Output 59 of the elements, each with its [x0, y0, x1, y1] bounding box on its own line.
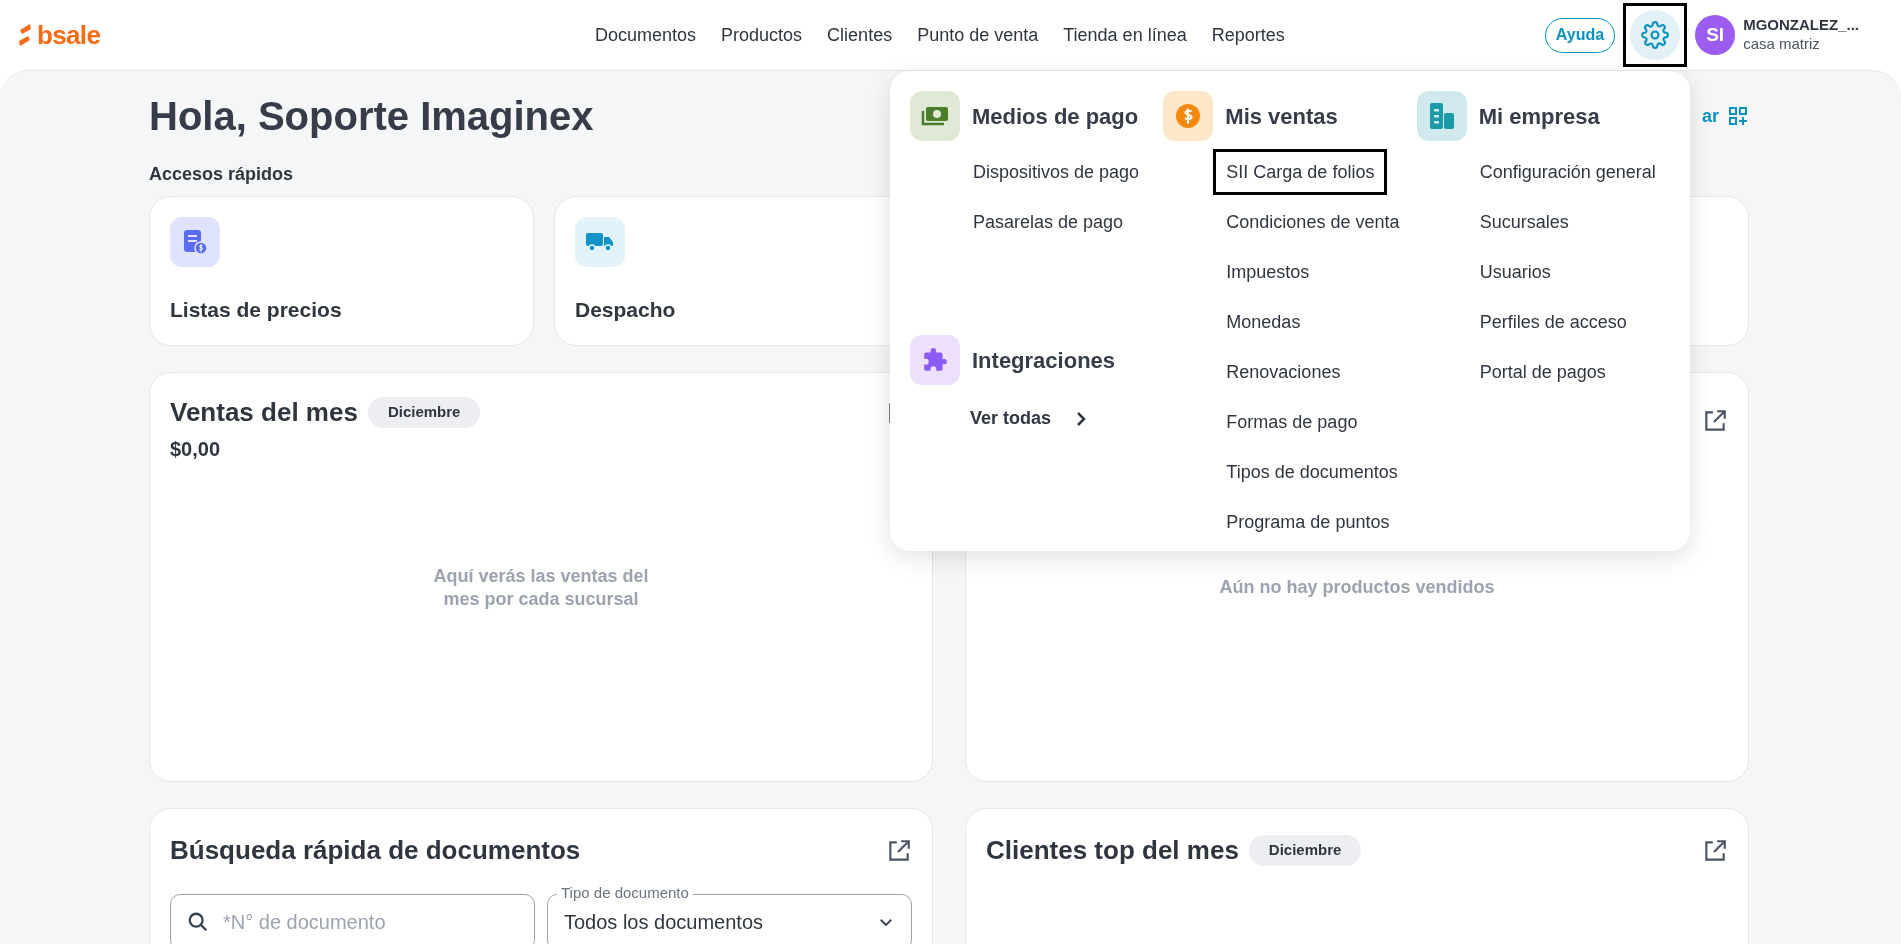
- logo-icon: [17, 22, 33, 48]
- menu-item[interactable]: Tipos de documentos: [1213, 449, 1411, 495]
- puzzle-icon: [922, 347, 948, 373]
- search-icon: [187, 911, 209, 933]
- branch-name: casa matriz: [1743, 35, 1821, 54]
- menu-item[interactable]: Portal de pagos: [1466, 349, 1619, 395]
- external-link-icon[interactable]: [1702, 837, 1728, 864]
- menu-item[interactable]: Pasarelas de pago: [960, 199, 1137, 245]
- card-title: Búsqueda rápida de documentos: [170, 834, 581, 867]
- card-title: Clientes top del mes: [986, 834, 1239, 867]
- external-link-icon[interactable]: [1702, 408, 1728, 434]
- greeting: Hola, Soporte Imaginex: [149, 93, 594, 140]
- menu-item[interactable]: Impuestos: [1213, 249, 1323, 295]
- settings-button[interactable]: [1623, 3, 1688, 67]
- external-link-icon[interactable]: [886, 837, 912, 864]
- money-icon: [921, 105, 949, 127]
- menu-item[interactable]: Sucursales: [1466, 199, 1582, 245]
- nav-link[interactable]: Tienda en línea: [1063, 21, 1187, 49]
- user-avatar[interactable]: SI: [1695, 15, 1736, 55]
- quick-access-label: Despacho: [575, 296, 677, 323]
- grid-icon[interactable]: [1729, 107, 1747, 125]
- menu-item[interactable]: SII Carga de folios: [1213, 149, 1388, 195]
- menu-item[interactable]: Formas de pago: [1213, 399, 1371, 445]
- card-title: Ventas del mes: [170, 396, 358, 429]
- settings-icon: [1641, 21, 1670, 49]
- quick-access-card[interactable]: Listas de precios: [149, 196, 534, 346]
- month-chip: Diciembre: [367, 397, 481, 428]
- menu-section-title: Integraciones: [972, 346, 1116, 375]
- menu-item[interactable]: Configuración general: [1466, 149, 1669, 195]
- menu-item[interactable]: Perfiles de acceso: [1466, 299, 1640, 345]
- nav-link[interactable]: Reportes: [1211, 21, 1285, 49]
- menu-item[interactable]: Dispositivos de pago: [960, 149, 1153, 195]
- menu-item[interactable]: Renovaciones: [1213, 349, 1354, 395]
- building-icon: [1428, 102, 1455, 130]
- nav-link[interactable]: Punto de venta: [917, 21, 1039, 49]
- see-all-link[interactable]: Ver todas: [970, 405, 1088, 432]
- menu-item[interactable]: Programa de puntos: [1213, 499, 1403, 545]
- field-value: Todos los documentos: [564, 910, 763, 935]
- nav-link[interactable]: Productos: [721, 21, 803, 49]
- sales-total: $0,00: [170, 437, 222, 462]
- menu-section-title: Mis ventas: [1225, 102, 1338, 131]
- section-title: Accesos rápidos: [149, 163, 294, 186]
- menu-item[interactable]: Monedas: [1213, 299, 1314, 345]
- nav-link[interactable]: Documentos: [595, 21, 697, 49]
- chevron-right-icon: [1075, 410, 1088, 427]
- quick-access-label: Listas de precios: [170, 296, 343, 323]
- menu-item[interactable]: Condiciones de venta: [1213, 199, 1413, 245]
- menu-section-title: Mi empresa: [1478, 102, 1600, 131]
- price-list-icon: [170, 217, 220, 267]
- menu-section-title: Medios de pago: [972, 102, 1139, 131]
- document-number-field[interactable]: *N° de documento: [170, 894, 535, 944]
- truck-icon: [575, 217, 625, 267]
- empty-message: Aquí verás las ventas del mes por cada sucursal: [432, 565, 650, 610]
- month-chip: Diciembre: [1248, 835, 1362, 866]
- coin-icon: [1175, 103, 1202, 129]
- empty-message: Aún no hay productos vendidos: [1219, 576, 1495, 599]
- user-name: MGONZALEZ_...: [1743, 16, 1859, 35]
- nav-link[interactable]: Clientes: [827, 21, 893, 49]
- menu-item[interactable]: Usuarios: [1466, 249, 1564, 295]
